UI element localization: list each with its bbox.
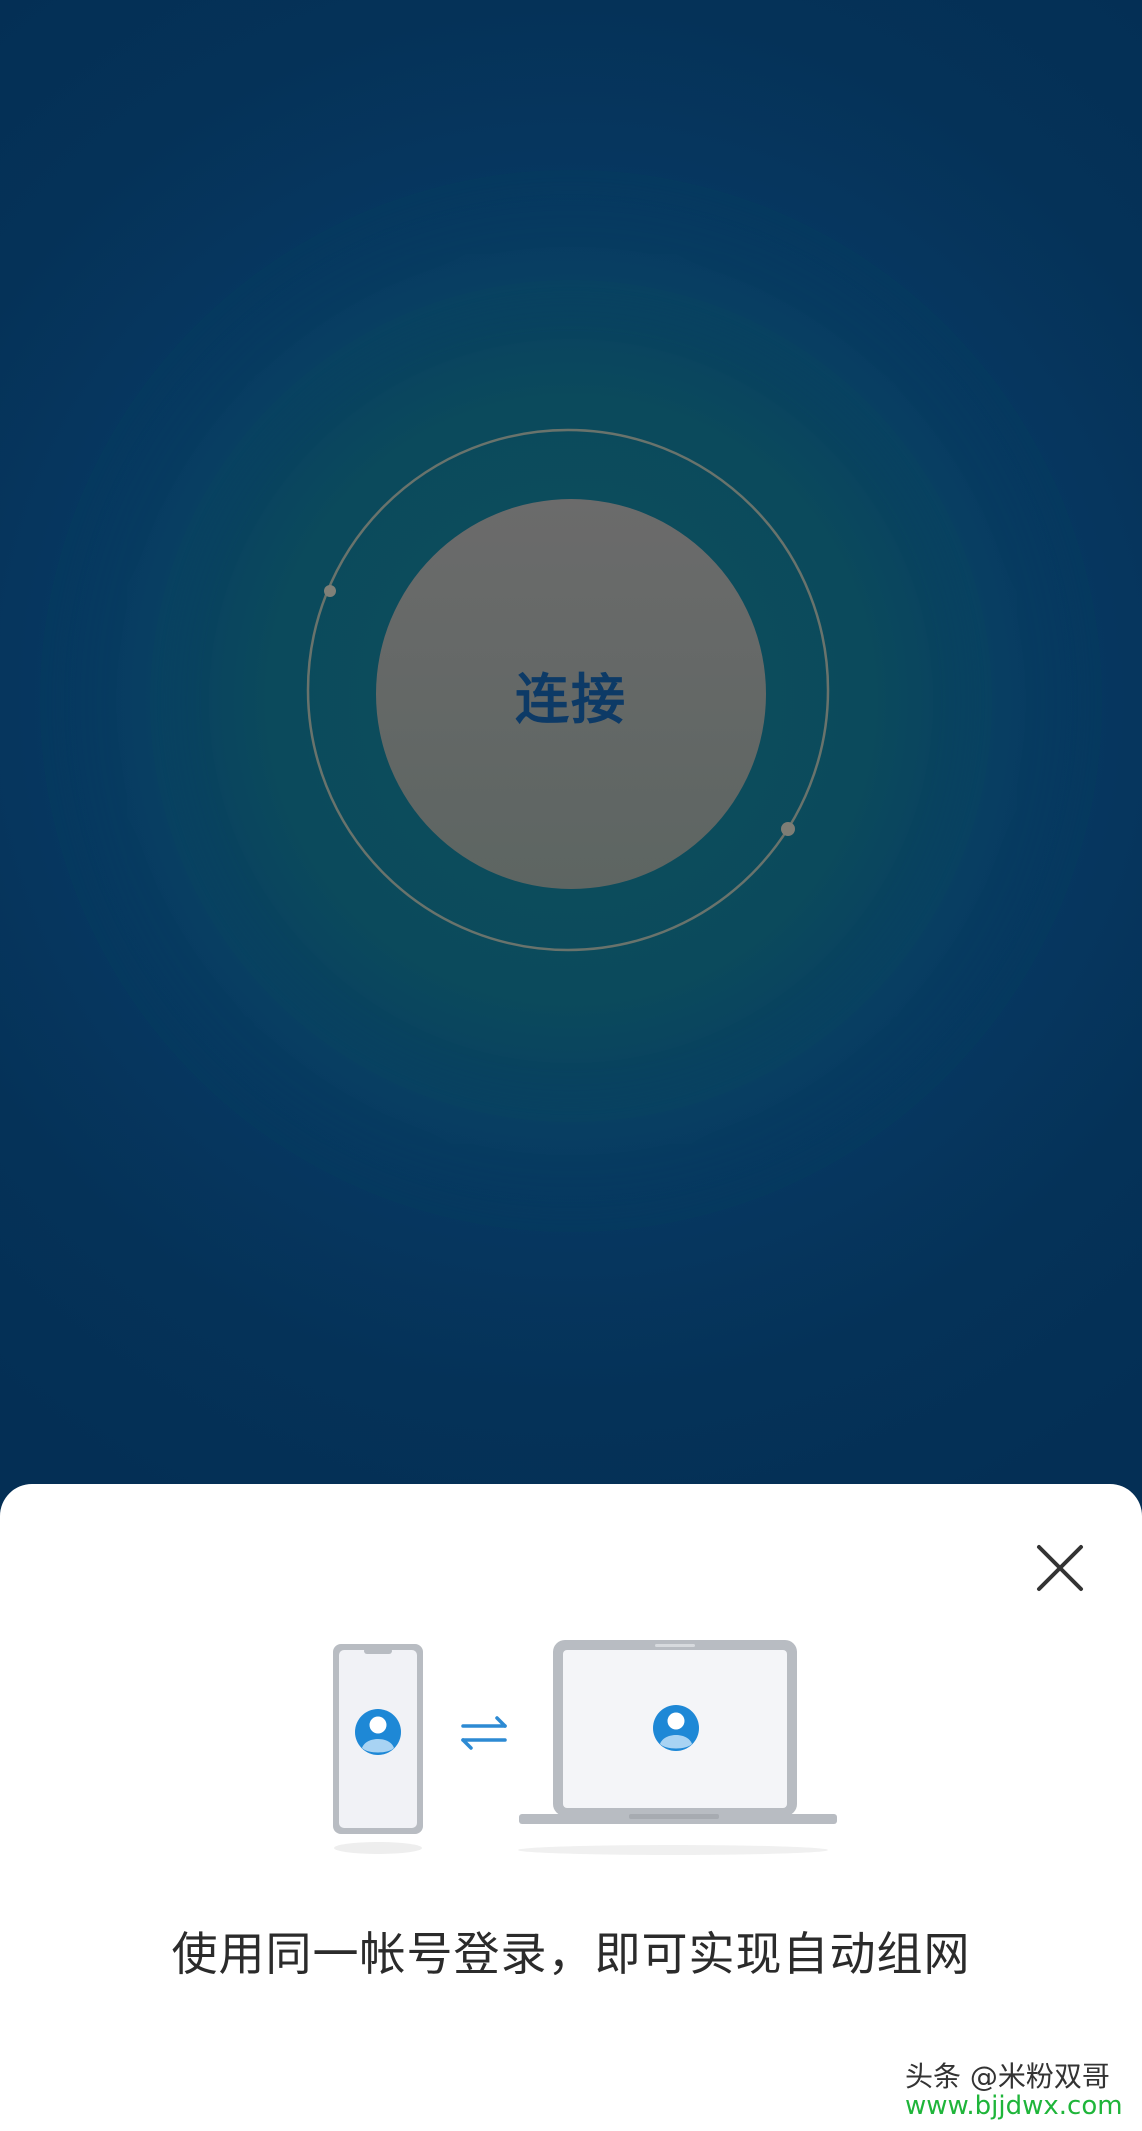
- device-sync-illustration: [333, 1640, 837, 1855]
- sheet-description: 使用同一帐号登录，即可实现自动组网: [171, 1927, 971, 1981]
- close-icon: [1037, 1545, 1083, 1591]
- user-avatar-icon: [653, 1705, 699, 1751]
- close-button[interactable]: [1030, 1538, 1090, 1598]
- orbit-dot-right: [781, 822, 795, 836]
- swap-arrows-icon: [461, 1716, 507, 1750]
- watermark: 头条 @米粉双哥 www.bjjdwx.com: [905, 2062, 1135, 2121]
- user-avatar-icon: [355, 1709, 401, 1755]
- laptop-icon: [518, 1640, 837, 1855]
- connect-screen: 连接 使用同一帐号登录，即可实现自动组网 头条 @米粉双哥 www.bjjdwx…: [0, 0, 1142, 2131]
- phone-icon: [333, 1644, 423, 1854]
- watermark-author: 头条 @米粉双哥: [905, 2060, 1110, 2093]
- connect-button-label: 连接: [515, 667, 627, 731]
- orbit-dot-left: [324, 585, 336, 597]
- connect-button[interactable]: 连接: [376, 499, 766, 889]
- watermark-site: www.bjjdwx.com: [905, 2091, 1123, 2122]
